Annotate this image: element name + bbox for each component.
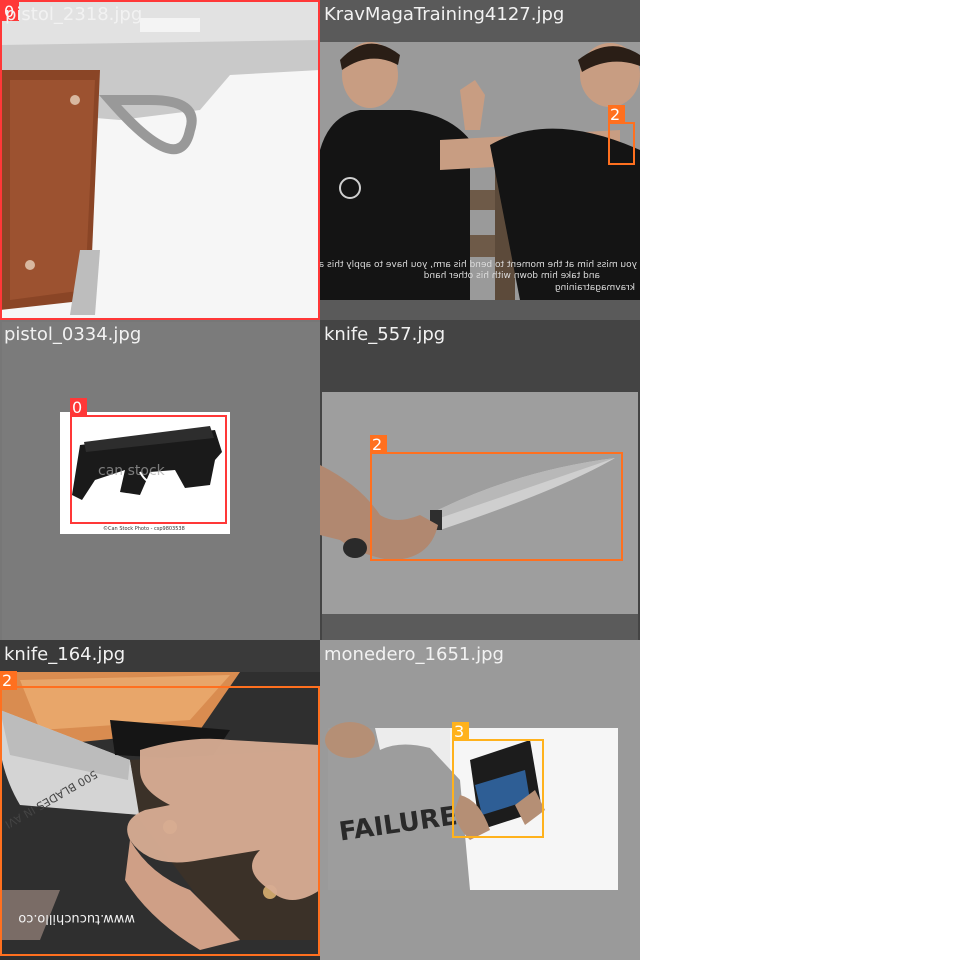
tile-filename: KravMagaTraining4127.jpg xyxy=(324,4,565,25)
bbox-class-2: 2 xyxy=(608,105,635,165)
class-label: 2 xyxy=(0,671,17,690)
tile-pistol-0334: can stock ©Can Stock Photo - csp9803538 … xyxy=(0,320,320,640)
bbox-class-2: 2 xyxy=(370,435,623,561)
tile-knife-164: www.tucuchillo.co 500 BLADES IN AVI 2 kn… xyxy=(0,640,320,960)
subtitle-text-2: and take him down with his other hand xyxy=(424,271,600,281)
subtitle-text-1: you miss him at the moment to bend his a… xyxy=(320,260,637,270)
website-watermark: kravmagatraining xyxy=(555,283,635,293)
tile-filename: pistol_2318.jpg xyxy=(5,4,143,25)
tile-filename: monedero_1651.jpg xyxy=(324,644,504,665)
bbox-class-2: 2 xyxy=(0,671,320,956)
tile-filename: knife_557.jpg xyxy=(324,324,446,345)
tile-filename: pistol_0334.jpg xyxy=(4,324,142,345)
stock-watermark: ©Can Stock Photo - csp9803538 xyxy=(103,525,185,532)
bbox-class-3: 3 xyxy=(452,722,544,838)
class-label: 2 xyxy=(370,435,387,454)
tile-krav-maga: you miss him at the moment to bend his a… xyxy=(320,0,640,320)
class-label: 0 xyxy=(70,398,87,417)
tile-monedero-1651: FAILURE 3 monedero_1651.jpg xyxy=(320,640,640,960)
class-label: 3 xyxy=(452,722,469,741)
tile-knife-557: 2 knife_557.jpg xyxy=(320,320,640,640)
tile-filename: knife_164.jpg xyxy=(4,644,126,665)
bbox-class-0: 0 xyxy=(0,0,320,320)
image-mosaic: 0 pistol_2318.jpg you miss him at the mo… xyxy=(0,0,640,960)
tile-pistol-2318: 0 pistol_2318.jpg xyxy=(0,0,320,320)
class-label: 2 xyxy=(608,105,625,124)
krav-maga-image: you miss him at the moment to bend his a… xyxy=(320,0,640,320)
bbox-class-0: 0 xyxy=(70,398,227,524)
